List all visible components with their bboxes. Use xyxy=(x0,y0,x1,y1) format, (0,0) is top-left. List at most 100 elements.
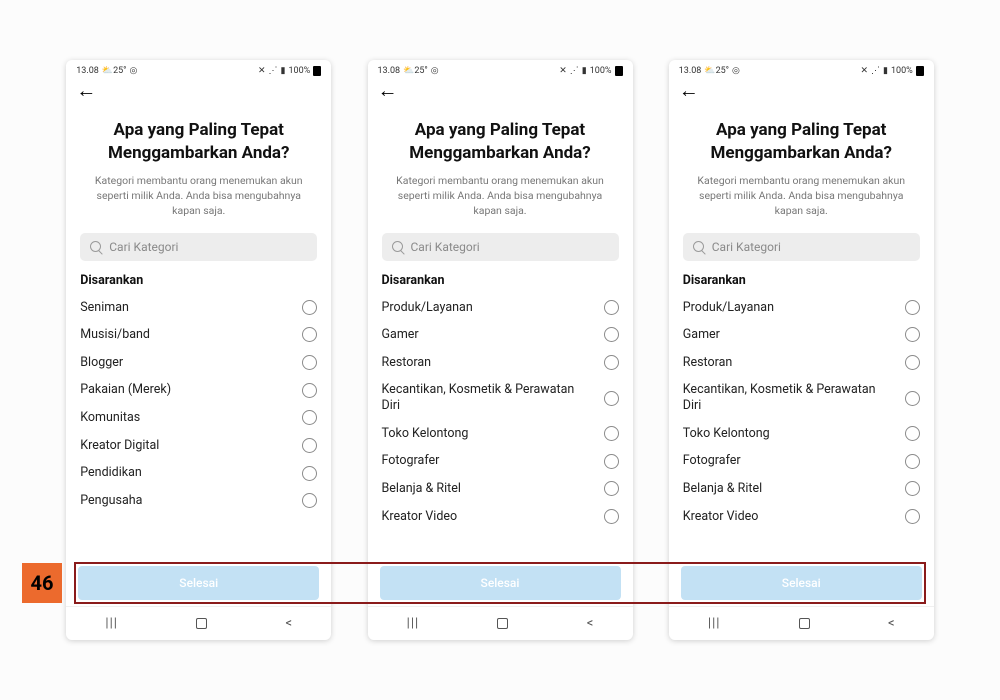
search-placeholder: Cari Kategori xyxy=(712,240,781,254)
category-label: Gamer xyxy=(683,327,728,343)
category-label: Fotografer xyxy=(382,453,448,469)
step-number: 46 xyxy=(31,571,54,595)
category-option[interactable]: Komunitas xyxy=(80,404,317,432)
radio-icon xyxy=(905,300,920,315)
suggested-heading: Disarankan xyxy=(80,273,317,288)
nav-back-icon[interactable]: < xyxy=(888,616,895,631)
category-label: Restoran xyxy=(683,355,741,371)
category-option[interactable]: Belanja & Ritel xyxy=(683,475,920,503)
radio-icon xyxy=(905,391,920,406)
category-option[interactable]: Toko Kelontong xyxy=(683,420,920,448)
nav-back-icon[interactable]: < xyxy=(587,616,594,631)
category-option[interactable]: Gamer xyxy=(382,321,619,349)
done-button[interactable]: Selesai xyxy=(681,566,922,600)
category-option[interactable]: Kecantikan, Kosmetik & Perawatan Diri xyxy=(382,376,619,419)
page-title: Apa yang Paling Tepat Menggambarkan Anda… xyxy=(687,119,916,165)
category-label: Kreator Video xyxy=(382,509,466,525)
category-label: Toko Kelontong xyxy=(382,426,477,442)
search-input[interactable]: Cari Kategori xyxy=(683,233,920,261)
radio-icon xyxy=(604,355,619,370)
category-label: Komunitas xyxy=(80,410,148,426)
content-area: Apa yang Paling Tepat Menggambarkan Anda… xyxy=(66,105,331,564)
category-list: Produk/Layanan Gamer Restoran Kecantikan, K… xyxy=(382,294,619,531)
category-option[interactable]: Kreator Video xyxy=(683,503,920,531)
mute-icon: ✕ xyxy=(559,66,567,76)
signal-icon: ▮ xyxy=(883,66,888,76)
wifi-icon: ⋰ xyxy=(570,66,579,76)
temperature-icon: ⛅25° xyxy=(704,66,729,76)
category-option[interactable]: Restoran xyxy=(382,349,619,377)
category-option[interactable]: Fotografer xyxy=(382,447,619,475)
suggested-heading: Disarankan xyxy=(683,273,920,288)
category-option[interactable]: Restoran xyxy=(683,349,920,377)
search-icon xyxy=(392,241,403,252)
status-bar: 13.08⛅25°◎✕⋰▮100% xyxy=(66,60,331,78)
temperature-icon: ⛅25° xyxy=(102,66,127,76)
category-option[interactable]: Gamer xyxy=(683,321,920,349)
app-bar: ← xyxy=(66,78,331,105)
category-option[interactable]: Kreator Digital xyxy=(80,432,317,460)
category-label: Musisi/band xyxy=(80,327,158,343)
search-placeholder: Cari Kategori xyxy=(109,240,178,254)
search-input[interactable]: Cari Kategori xyxy=(382,233,619,261)
nav-home-icon[interactable] xyxy=(497,618,508,629)
category-label: Kecantikan, Kosmetik & Perawatan Diri xyxy=(382,382,604,413)
category-option[interactable]: Seniman xyxy=(80,294,317,322)
search-input[interactable]: Cari Kategori xyxy=(80,233,317,261)
battery-icon xyxy=(916,66,924,76)
nav-recent-icon[interactable]: ||| xyxy=(708,616,721,631)
status-time: 13.08 xyxy=(378,66,401,76)
page-subtitle: Kategori membantu orang menemukan akun s… xyxy=(689,173,914,219)
radio-icon xyxy=(302,300,317,315)
radio-icon xyxy=(905,454,920,469)
radio-icon xyxy=(302,438,317,453)
search-icon xyxy=(90,241,101,252)
back-arrow-icon[interactable]: ← xyxy=(679,78,699,102)
nav-recent-icon[interactable]: ||| xyxy=(105,616,118,631)
nav-back-icon[interactable]: < xyxy=(285,616,292,631)
radio-icon xyxy=(604,426,619,441)
category-label: Blogger xyxy=(80,355,131,371)
mute-icon: ✕ xyxy=(258,66,266,76)
category-label: Belanja & Ritel xyxy=(382,481,469,497)
category-option[interactable]: Pengusaha xyxy=(80,487,317,515)
done-bar: Selesai xyxy=(66,564,331,606)
radio-icon xyxy=(604,391,619,406)
category-option[interactable]: Produk/Layanan xyxy=(382,294,619,322)
back-arrow-icon[interactable]: ← xyxy=(76,78,96,102)
battery-percentage: 100% xyxy=(891,66,913,76)
status-bar: 13.08⛅25°◎✕⋰▮100% xyxy=(669,60,934,78)
search-placeholder: Cari Kategori xyxy=(411,240,480,254)
radio-icon xyxy=(302,383,317,398)
temperature-icon: ⛅25° xyxy=(403,66,428,76)
category-option[interactable]: Blogger xyxy=(80,349,317,377)
radio-icon xyxy=(604,300,619,315)
category-label: Seniman xyxy=(80,300,137,316)
category-option[interactable]: Produk/Layanan xyxy=(683,294,920,322)
category-option[interactable]: Kreator Video xyxy=(382,503,619,531)
content-area: Apa yang Paling Tepat Menggambarkan Anda… xyxy=(669,105,934,564)
app-indicator-icon: ◎ xyxy=(732,66,740,76)
category-option[interactable]: Kecantikan, Kosmetik & Perawatan Diri xyxy=(683,376,920,419)
radio-icon xyxy=(302,466,317,481)
app-indicator-icon: ◎ xyxy=(130,66,138,76)
step-callout-badge: 46 xyxy=(22,563,62,603)
radio-icon xyxy=(905,509,920,524)
category-label: Gamer xyxy=(382,327,427,343)
done-button[interactable]: Selesai xyxy=(78,566,319,600)
done-bar: Selesai xyxy=(669,564,934,606)
nav-home-icon[interactable] xyxy=(799,618,810,629)
category-option[interactable]: Fotografer xyxy=(683,447,920,475)
done-button[interactable]: Selesai xyxy=(380,566,621,600)
category-option[interactable]: Pakaian (Merek) xyxy=(80,376,317,404)
category-option[interactable]: Belanja & Ritel xyxy=(382,475,619,503)
category-option[interactable]: Musisi/band xyxy=(80,321,317,349)
category-option[interactable]: Toko Kelontong xyxy=(382,420,619,448)
wifi-icon: ⋰ xyxy=(871,66,880,76)
nav-recent-icon[interactable]: ||| xyxy=(407,616,420,631)
phone-screen-1: 13.08⛅25°◎✕⋰▮100%←Apa yang Paling Tepat … xyxy=(66,60,331,640)
nav-home-icon[interactable] xyxy=(196,618,207,629)
category-label: Pengusaha xyxy=(80,493,150,509)
back-arrow-icon[interactable]: ← xyxy=(378,78,398,102)
category-option[interactable]: Pendidikan xyxy=(80,459,317,487)
